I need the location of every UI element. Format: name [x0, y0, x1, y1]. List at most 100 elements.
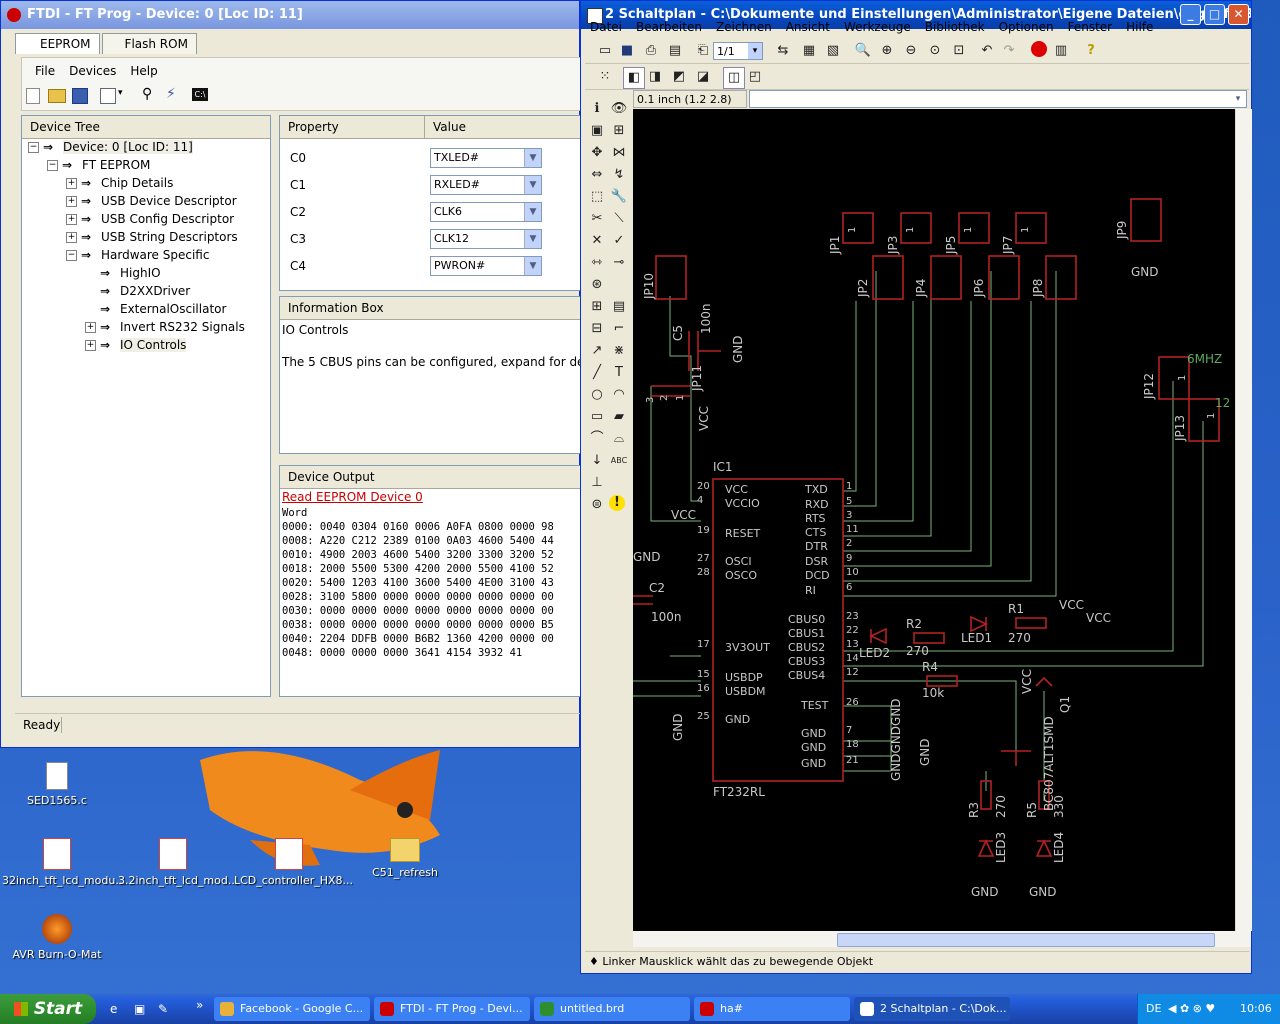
layout-4-icon[interactable]: ◪	[693, 67, 713, 87]
maximize-button[interactable]: □	[1204, 4, 1225, 25]
property-value-select[interactable]: RXLED# ▼	[430, 175, 542, 195]
menu-bibliothek[interactable]: Bibliothek	[918, 17, 992, 37]
horizontal-scrollbar[interactable]	[633, 931, 1251, 947]
label-icon[interactable]: ABC	[609, 451, 629, 471]
wire-icon[interactable]: ⟍	[609, 209, 629, 229]
desktop-icon-pdf-2[interactable]: 3.2inch_tft_lcd_mod...	[118, 838, 238, 887]
schematic-canvas[interactable]: IC1 FT232RL VCC 20 VCCIO 4 RESET 19 OSCI 27 OSCO 28…	[631, 109, 1235, 931]
info-icon[interactable]: ℹ	[587, 99, 607, 119]
quicklaunch-ie-icon[interactable]: e	[110, 1002, 117, 1016]
tree-item[interactable]: + ⇒ USB Config Descriptor	[28, 210, 245, 228]
layout-2-icon[interactable]: ◨	[645, 67, 665, 87]
circle-icon[interactable]: ○	[587, 385, 607, 405]
tray-icons[interactable]: ◀ ✿ ⊗ ♥	[1168, 994, 1215, 1024]
quicklaunch-explorer-icon[interactable]: ▣	[134, 1002, 145, 1016]
menu-bearbeiten[interactable]: Bearbeiten	[629, 17, 709, 37]
menu-optionen[interactable]: Optionen	[992, 17, 1061, 37]
expander-icon[interactable]: −	[28, 142, 39, 153]
chevron-down-icon[interactable]: ▾	[118, 88, 123, 98]
tab-eeprom[interactable]: EEPROM	[15, 33, 100, 54]
help-icon[interactable]: ?	[1081, 41, 1101, 61]
expander-icon[interactable]: +	[66, 178, 77, 189]
expander-icon[interactable]: +	[66, 232, 77, 243]
menu-help[interactable]: Help	[123, 61, 164, 81]
open-icon[interactable]	[48, 89, 66, 103]
read-eeprom-link[interactable]: Read EEPROM Device 0	[282, 490, 423, 504]
arc-icon[interactable]: ◠	[609, 385, 629, 405]
desktop-icon-folder[interactable]: C51_refresh	[350, 838, 460, 879]
property-value-select[interactable]: CLK12 ▼	[430, 229, 542, 249]
menu-ansicht[interactable]: Ansicht	[779, 17, 837, 37]
tree-item[interactable]: − ⇒ Device: 0 [Loc ID: 11]	[28, 138, 245, 156]
sheet-icon[interactable]: ⎗	[693, 41, 713, 61]
chevron-down-icon[interactable]: ▼	[524, 176, 541, 194]
cut-icon[interactable]: ✂	[587, 209, 607, 229]
erc-icon[interactable]: ⊜	[587, 495, 607, 515]
replace-icon[interactable]: ⊛	[587, 275, 607, 295]
bus-icon[interactable]: ⌒	[587, 429, 607, 449]
move-icon[interactable]: ✥	[587, 143, 607, 163]
text-icon[interactable]: T	[609, 363, 629, 383]
menu-datei[interactable]: Datei	[583, 17, 629, 37]
chevron-down-icon[interactable]: ▾	[1231, 91, 1245, 107]
expander-icon[interactable]: +	[85, 322, 96, 333]
join-icon[interactable]: ▤	[609, 297, 629, 317]
start-button[interactable]: Start	[0, 994, 96, 1024]
menu-werkzeuge[interactable]: Werkzeuge	[837, 17, 918, 37]
tree-item[interactable]: ⇒ D2XXDriver	[28, 282, 245, 300]
redo-icon[interactable]: ↷	[999, 41, 1019, 61]
junction-icon[interactable]: ↓	[587, 451, 607, 471]
layout-3-icon[interactable]: ◩	[669, 67, 689, 87]
mirror-icon[interactable]: ⋈	[609, 143, 629, 163]
tab-flash-rom[interactable]: Flash ROM	[101, 33, 197, 54]
chevron-down-icon[interactable]: ▼	[524, 257, 541, 275]
tree-item[interactable]: ⇒ ExternalOscillator	[28, 300, 245, 318]
net-icon[interactable]: ⌓	[609, 429, 629, 449]
change-icon[interactable]: 🔧	[609, 187, 629, 207]
tree-item[interactable]: + ⇒ USB String Descriptors	[28, 228, 245, 246]
go-icon[interactable]: ▥	[1051, 41, 1071, 61]
ftprog-window[interactable]: FTDI - FT Prog - Device: 0 [Loc ID: 11] …	[0, 0, 589, 748]
miter-icon[interactable]: ⊟	[587, 319, 607, 339]
language-indicator[interactable]: DE	[1146, 994, 1161, 1024]
layout-6-icon[interactable]: ◰	[745, 67, 765, 87]
property-value-select[interactable]: TXLED# ▼	[430, 148, 542, 168]
expander-icon[interactable]: −	[66, 250, 77, 261]
chevron-down-icon[interactable]: ▼	[524, 203, 541, 221]
tree-item[interactable]: + ⇒ Chip Details	[28, 174, 245, 192]
copy-icon[interactable]: ⇔	[587, 165, 607, 185]
pinswap-icon[interactable]: ⇿	[587, 253, 607, 273]
expander-icon[interactable]: +	[66, 196, 77, 207]
quicklaunch-notepad-icon[interactable]: ✎	[158, 1002, 168, 1016]
gateswap-icon[interactable]: ⊸	[609, 253, 629, 273]
minimize-button[interactable]: _	[1180, 4, 1201, 25]
quicklaunch-more-icon[interactable]: »	[196, 998, 203, 1012]
group-icon[interactable]: ⬚	[587, 187, 607, 207]
undo-icon[interactable]: ↶	[977, 41, 997, 61]
save-icon[interactable]: ■	[617, 41, 637, 61]
delete-icon[interactable]: ✕	[587, 231, 607, 251]
property-value-select[interactable]: PWRON# ▼	[430, 256, 542, 276]
tree-item[interactable]: + ⇒ USB Device Descriptor	[28, 192, 245, 210]
vertical-scrollbar[interactable]	[1235, 109, 1252, 931]
property-value-select[interactable]: CLK6 ▼	[430, 202, 542, 222]
rect-icon[interactable]: ▭	[587, 407, 607, 427]
menu-devices[interactable]: Devices	[62, 61, 123, 81]
route-icon[interactable]: ⌐	[609, 319, 629, 339]
taskbar-button[interactable]: 2 Schaltplan - C:\Dok...	[854, 997, 1010, 1021]
zoom-select-icon[interactable]: ⊡	[949, 41, 969, 61]
grid-icon[interactable]: ⁙	[595, 67, 615, 87]
chevron-down-icon[interactable]: ▾	[748, 43, 762, 59]
save-icon[interactable]	[72, 88, 88, 104]
copy-icon[interactable]	[100, 88, 116, 104]
show-icon[interactable]: 👁	[609, 99, 629, 119]
tree-item[interactable]: − ⇒ Hardware Specific	[28, 246, 245, 264]
sheet-select[interactable]: 1/1 ▾	[713, 42, 763, 60]
eagle-window[interactable]: 2 Schaltplan - C:\Dokumente und Einstell…	[580, 0, 1252, 974]
taskbar-button[interactable]: ha#	[694, 997, 850, 1021]
ulp-icon[interactable]: ▧	[823, 41, 843, 61]
zoom-fit-icon[interactable]: 🔍	[853, 41, 873, 61]
print-icon[interactable]: ⎙	[641, 41, 661, 61]
errors-icon[interactable]: !	[609, 495, 625, 511]
chevron-down-icon[interactable]: ▼	[524, 230, 541, 248]
